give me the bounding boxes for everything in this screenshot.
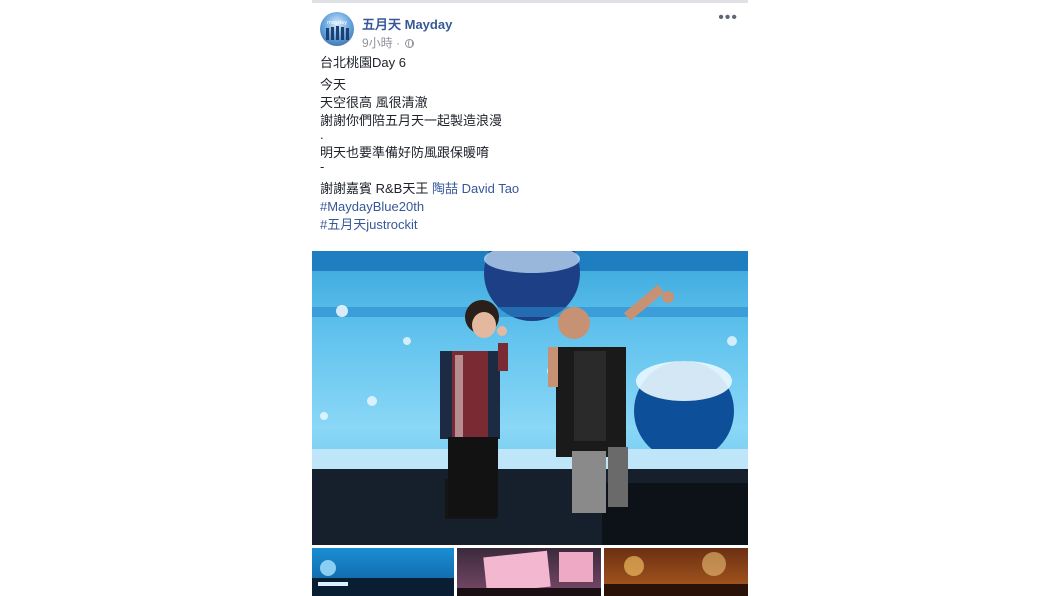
post-text: 台北桃園Day 6 今天 天空很高 風很清澈 謝謝你們陪五月天一起製造浪漫 . …	[320, 54, 740, 234]
post-header: mayday 五月天 Mayday 9小時 · •••	[320, 10, 740, 50]
text-line: 天空很高 風很清澈	[320, 95, 428, 110]
text-line: .	[320, 127, 324, 142]
text-line: 台北桃園Day 6	[320, 55, 406, 70]
meta-separator: ·	[396, 36, 401, 50]
facebook-post: mayday 五月天 Mayday 9小時 · ••• 台北桃園Day 6 今天…	[312, 0, 748, 596]
avatar[interactable]: mayday	[320, 12, 354, 46]
text-line: 謝謝你們陪五月天一起製造浪漫	[320, 113, 503, 128]
svg-text:mayday: mayday	[327, 20, 347, 26]
post-meta: 9小時 ·	[362, 34, 415, 51]
thumbnail-photo[interactable]	[457, 548, 601, 596]
divider	[312, 0, 748, 3]
thumbnail-photo[interactable]	[604, 548, 748, 596]
more-icon[interactable]: •••	[718, 10, 738, 26]
photo-thumbnails	[312, 548, 748, 596]
concert-photo[interactable]	[312, 251, 748, 545]
text-line: -	[320, 159, 325, 174]
text-line: 明天也要準備好防風跟保暖唷	[320, 145, 490, 160]
hashtag-link[interactable]: #MaydayBlue20th	[320, 198, 740, 216]
thumbnail-photo[interactable]	[312, 548, 454, 596]
page-name-link[interactable]: 五月天 Mayday	[362, 14, 452, 33]
hashtag-link[interactable]: #五月天justrockit	[320, 216, 740, 234]
text-line: 今天	[320, 77, 347, 92]
text-line: 謝謝嘉賓 R&B天王 陶喆 David Tao	[320, 180, 740, 198]
david-tao-link[interactable]: 陶喆 David Tao	[432, 181, 519, 196]
post-time[interactable]: 9小時	[362, 36, 393, 50]
globe-icon	[405, 39, 415, 48]
thanks-text: 謝謝嘉賓 R&B天王	[320, 181, 432, 196]
